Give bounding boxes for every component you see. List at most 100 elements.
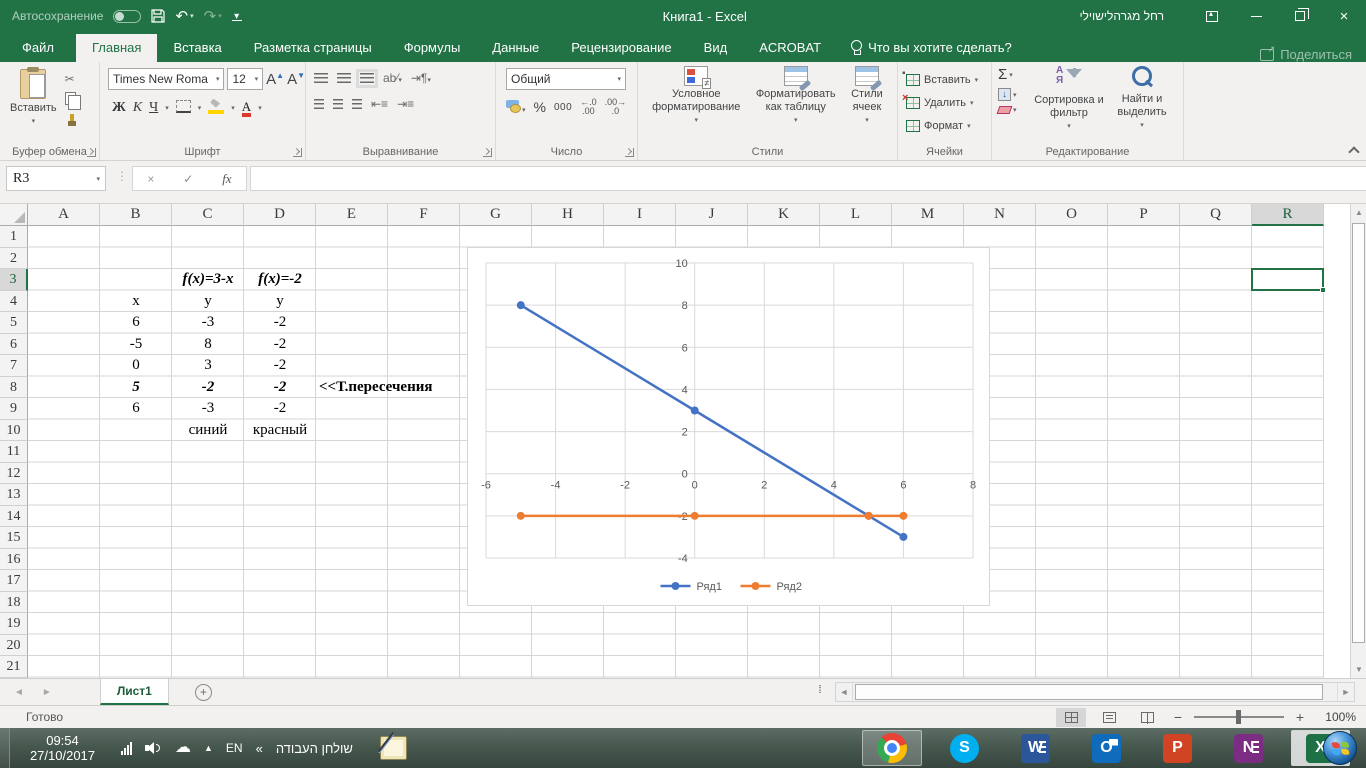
- confirm-entry-button[interactable]: ✓: [183, 172, 193, 186]
- wrap-text-button[interactable]: ⇥¶▾: [411, 71, 431, 85]
- row-header-12[interactable]: 12: [0, 462, 28, 484]
- cell-B9[interactable]: 6: [100, 398, 172, 420]
- toolbar-chevron[interactable]: «: [256, 741, 263, 756]
- number-dialog-launcher[interactable]: [625, 148, 634, 157]
- column-header-L[interactable]: L: [820, 204, 892, 226]
- clipboard-dialog-launcher[interactable]: [87, 148, 96, 157]
- tell-me-box[interactable]: Что вы хотите сделать?: [837, 34, 1022, 62]
- cell-D6[interactable]: -2: [244, 334, 316, 356]
- show-desktop-button[interactable]: [0, 728, 10, 768]
- increase-decimal-button[interactable]: ←.0.00: [580, 98, 597, 116]
- autosum-button[interactable]: Σ ▾: [998, 66, 1030, 83]
- ribbon-display-options-button[interactable]: [1190, 0, 1234, 32]
- horizontal-scroll-thumb[interactable]: [855, 684, 1323, 700]
- cell-D5[interactable]: -2: [244, 312, 316, 334]
- vertical-scroll-thumb[interactable]: [1352, 223, 1365, 643]
- column-header-N[interactable]: N: [964, 204, 1036, 226]
- increase-font-button[interactable]: A▲: [266, 71, 284, 88]
- row-header-1[interactable]: 1: [0, 226, 28, 248]
- row-header-20[interactable]: 20: [0, 634, 28, 656]
- name-box[interactable]: R3 ▾: [6, 166, 106, 191]
- next-sheet-button[interactable]: ►: [42, 687, 52, 698]
- taskbar-app-powerpoint[interactable]: P: [1149, 730, 1206, 766]
- scroll-up-arrow[interactable]: ▲: [1351, 204, 1366, 221]
- ribbon-tab-acrobat[interactable]: ACROBAT: [743, 34, 837, 62]
- row-header-13[interactable]: 13: [0, 484, 28, 506]
- page-layout-view-button[interactable]: [1094, 708, 1124, 727]
- network-signal-icon[interactable]: [121, 741, 132, 755]
- new-sheet-button[interactable]: +: [194, 683, 212, 701]
- data-point[interactable]: [516, 511, 525, 520]
- alignment-dialog-launcher[interactable]: [483, 148, 492, 157]
- tab-scroll-splitter[interactable]: ⁞⁞: [818, 684, 822, 696]
- column-header-G[interactable]: G: [460, 204, 532, 226]
- copy-button[interactable]: [64, 92, 81, 110]
- data-point[interactable]: [864, 511, 873, 520]
- column-header-D[interactable]: D: [244, 204, 316, 226]
- journal-notes-icon[interactable]: [379, 736, 407, 760]
- fill-handle[interactable]: [1320, 286, 1326, 293]
- cell-C8[interactable]: -2: [172, 377, 244, 399]
- align-bottom-button[interactable]: [356, 68, 378, 88]
- close-button[interactable]: ×: [1322, 0, 1366, 32]
- customize-quick-access-button[interactable]: ▾: [231, 11, 242, 21]
- cell-C7[interactable]: 3: [172, 355, 244, 377]
- bold-button[interactable]: Ж: [112, 100, 126, 116]
- cell-D7[interactable]: -2: [244, 355, 316, 377]
- scroll-right-arrow[interactable]: ►: [1337, 683, 1354, 701]
- cell-D10[interactable]: красный: [244, 420, 316, 442]
- row-header-15[interactable]: 15: [0, 527, 28, 549]
- decrease-indent-button[interactable]: ⇤≡: [371, 97, 388, 111]
- cell-C3[interactable]: f(x)=3-x: [172, 269, 244, 291]
- page-break-view-button[interactable]: [1132, 708, 1162, 727]
- taskbar-app-outlook[interactable]: O: [1078, 730, 1135, 766]
- font-dialog-launcher[interactable]: [293, 148, 302, 157]
- hidden-icons-arrow[interactable]: ▲: [204, 743, 213, 753]
- column-header-P[interactable]: P: [1108, 204, 1180, 226]
- accounting-format-button[interactable]: ▾: [506, 99, 526, 115]
- minimize-button[interactable]: [1234, 0, 1278, 32]
- row-header-17[interactable]: 17: [0, 570, 28, 592]
- prev-sheet-button[interactable]: ◄: [14, 687, 24, 698]
- row-header-8[interactable]: 8: [0, 376, 28, 398]
- autosave-toggle[interactable]: [113, 9, 142, 23]
- insert-function-button[interactable]: fx: [222, 171, 231, 187]
- font-name-select[interactable]: Times New Roma ▾: [108, 68, 225, 90]
- row-header-19[interactable]: 19: [0, 613, 28, 635]
- ribbon-tab-формулы[interactable]: Формулы: [388, 34, 477, 62]
- data-point[interactable]: [690, 511, 699, 520]
- row-header-16[interactable]: 16: [0, 548, 28, 570]
- format-cells-button[interactable]: Формат ▾: [906, 114, 991, 137]
- data-point[interactable]: [899, 532, 908, 541]
- zoom-out-button[interactable]: −: [1170, 709, 1186, 725]
- percent-style-button[interactable]: %: [534, 99, 546, 115]
- undo-button[interactable]: ↶ ▾: [175, 9, 193, 24]
- cell-C6[interactable]: 8: [172, 334, 244, 356]
- row-header-5[interactable]: 5: [0, 312, 28, 334]
- column-header-I[interactable]: I: [604, 204, 676, 226]
- cell-C5[interactable]: -3: [172, 312, 244, 334]
- underline-button[interactable]: Ч: [149, 100, 158, 116]
- row-header-10[interactable]: 10: [0, 419, 28, 441]
- start-button[interactable]: [1320, 730, 1360, 766]
- formula-input[interactable]: [250, 166, 1366, 191]
- zoom-slider[interactable]: [1194, 710, 1284, 724]
- fill-color-button[interactable]: [208, 99, 225, 117]
- column-header-Q[interactable]: Q: [1180, 204, 1252, 226]
- column-header-F[interactable]: F: [388, 204, 460, 226]
- align-center-button[interactable]: [333, 98, 343, 110]
- data-point[interactable]: [899, 511, 908, 520]
- data-point[interactable]: [690, 406, 699, 415]
- row-header-18[interactable]: 18: [0, 591, 28, 613]
- embedded-chart[interactable]: -6 -4 -2 0 2 4 6 8 -4 -2 0 2 4 6 8 10 Ряд1 Ряд2: [467, 247, 990, 606]
- sheet-tab[interactable]: Лист1: [99, 679, 169, 705]
- column-header-H[interactable]: H: [532, 204, 604, 226]
- borders-button[interactable]: [175, 99, 191, 116]
- cell-B7[interactable]: 0: [100, 355, 172, 377]
- delete-cells-button[interactable]: Удалить ▾: [902, 91, 991, 114]
- data-point[interactable]: [516, 301, 525, 310]
- decrease-font-button[interactable]: A▼: [287, 71, 305, 88]
- ribbon-tab-разметка-страницы[interactable]: Разметка страницы: [238, 34, 388, 62]
- restore-button[interactable]: [1278, 0, 1322, 32]
- column-header-B[interactable]: B: [100, 204, 172, 226]
